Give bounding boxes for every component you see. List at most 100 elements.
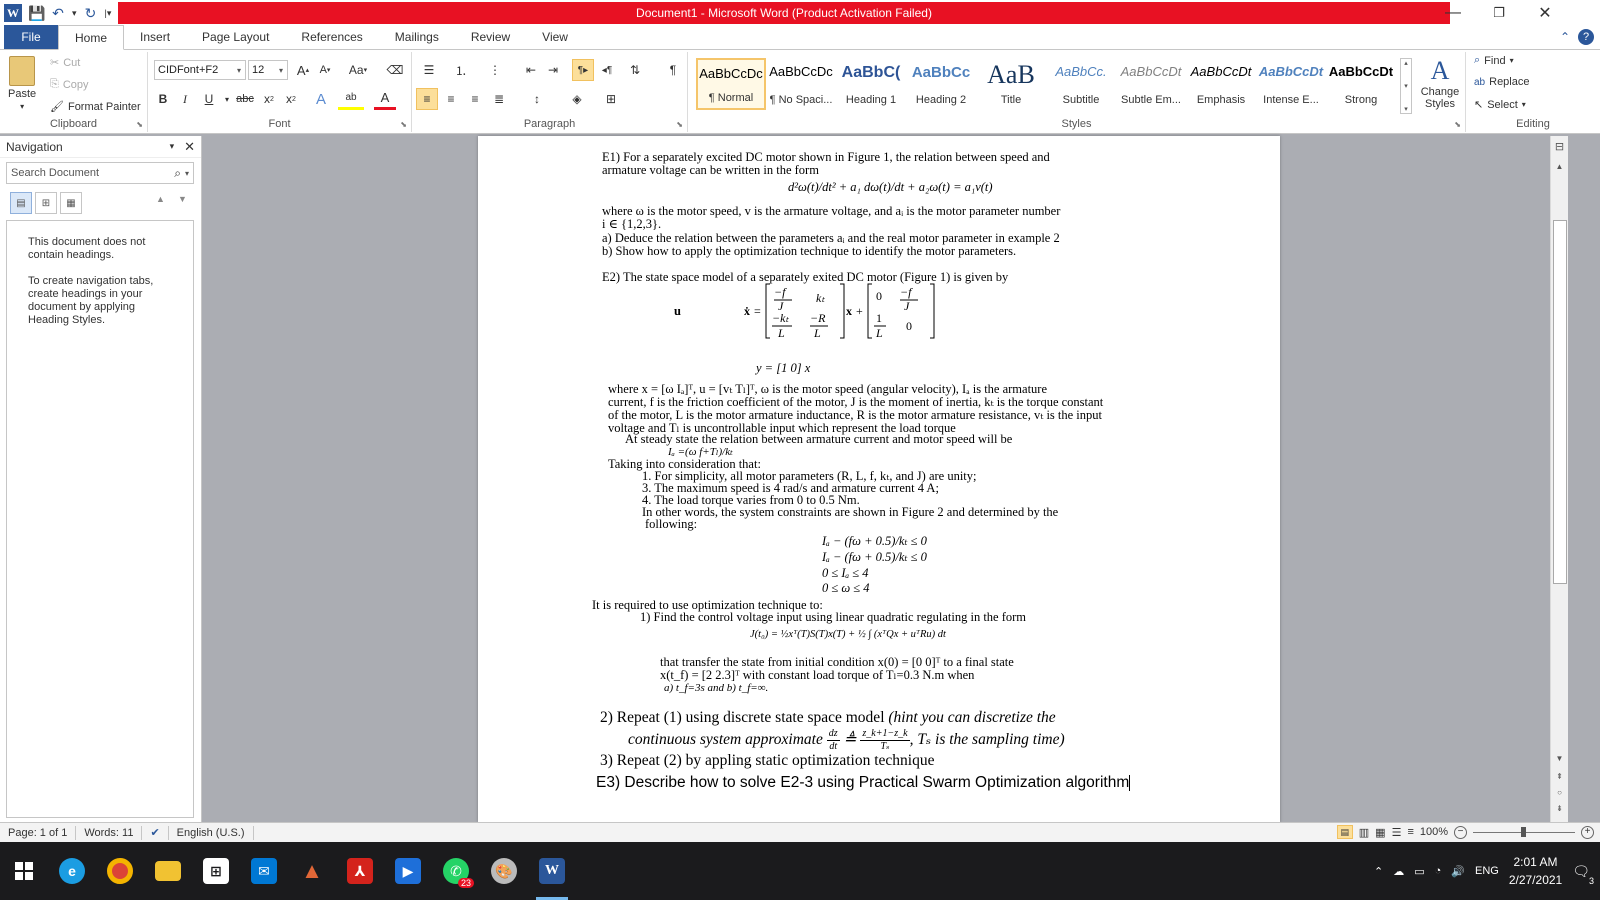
center-button[interactable]: ≡ xyxy=(440,88,462,110)
change-case-button[interactable]: Aa ▾ xyxy=(344,59,372,81)
zoom-in-icon[interactable]: + xyxy=(1581,825,1594,839)
word-count[interactable]: Words: 11 xyxy=(76,825,143,840)
browse-headings-tab[interactable]: ▤ xyxy=(10,192,32,214)
outline-view-icon[interactable]: ☰ xyxy=(1392,826,1402,839)
page-count[interactable]: Page: 1 of 1 xyxy=(0,825,77,840)
chevron-down-icon[interactable]: ▾ xyxy=(185,169,189,178)
previous-page-icon[interactable]: ⇞ xyxy=(1551,772,1568,781)
superscript-button[interactable]: x2 xyxy=(280,88,302,110)
browse-pages-tab[interactable]: ⊞ xyxy=(35,192,57,214)
print-layout-view-icon[interactable]: ▤ xyxy=(1336,825,1353,839)
chevron-down-icon[interactable]: ▾ xyxy=(1404,82,1408,90)
rtl-button[interactable]: ◂¶ xyxy=(596,59,618,81)
select-browse-object-icon[interactable]: ○ xyxy=(1551,788,1568,797)
draft-view-icon[interactable]: ≡ xyxy=(1407,826,1413,838)
scroll-down-icon[interactable]: ▼ xyxy=(1551,754,1568,763)
style-intense-emphasis[interactable]: AaBbCcDt Intense E... xyxy=(1256,58,1326,110)
clock[interactable]: 2:01 AM 2/27/2021 xyxy=(1509,853,1562,889)
language[interactable]: English (U.S.) xyxy=(169,825,254,840)
text-effects-button[interactable]: A xyxy=(310,88,332,110)
restore-button[interactable]: ❐ xyxy=(1476,0,1522,26)
copy-button[interactable]: ⎘ Copy xyxy=(50,78,89,91)
save-icon[interactable]: 💾 xyxy=(28,5,45,22)
line-spacing-button[interactable]: ↕ xyxy=(526,88,548,110)
ltr-button[interactable]: ¶▸ xyxy=(572,59,594,81)
wifi-icon[interactable]: ◔ xyxy=(1435,865,1442,877)
clear-formatting-button[interactable]: ⌫ xyxy=(384,59,406,81)
style-normal[interactable]: AaBbCcDc ¶ Normal xyxy=(696,58,766,110)
subscript-button[interactable]: x2 xyxy=(258,88,280,110)
chevron-up-icon[interactable]: ▴ xyxy=(1404,59,1408,67)
style-subtle-emphasis[interactable]: AaBbCcDt Subtle Em... xyxy=(1116,58,1186,110)
volume-icon[interactable]: 🔊 xyxy=(1451,865,1465,878)
zoom-slider[interactable] xyxy=(1473,826,1575,837)
customize-qat-icon[interactable]: |▾ xyxy=(105,8,112,19)
taskbar-matlab[interactable]: ▲ xyxy=(288,842,336,900)
tab-home[interactable]: Home xyxy=(58,25,125,50)
replace-button[interactable]: ab Replace xyxy=(1474,76,1529,88)
multilevel-list-button[interactable]: ⋮ xyxy=(484,59,506,81)
document-page[interactable]: E1) For a separately excited DC motor sh… xyxy=(478,136,1280,822)
taskbar-acrobat[interactable]: ⅄ xyxy=(336,842,384,900)
clipboard-launcher-icon[interactable]: ⬊ xyxy=(136,120,143,129)
taskbar-store[interactable]: ⊞ xyxy=(192,842,240,900)
decrease-indent-button[interactable]: ⇤ xyxy=(520,59,542,81)
notifications-icon[interactable]: 🗨 3 xyxy=(1572,863,1594,886)
font-name-combo[interactable]: CIDFont+F2 ▾ xyxy=(154,60,246,80)
increase-indent-button[interactable]: ⇥ xyxy=(542,59,564,81)
e3-line[interactable]: E3) Describe how to solve E2-3 using Pra… xyxy=(596,774,1131,792)
align-right-button[interactable]: ≡ xyxy=(464,88,486,110)
tab-references[interactable]: References xyxy=(285,25,378,49)
style-no-spacing[interactable]: AaBbCcDc ¶ No Spaci... xyxy=(766,58,836,110)
taskbar-word[interactable]: W xyxy=(528,842,576,900)
taskbar-edge[interactable]: e xyxy=(48,842,96,900)
font-color-button[interactable]: A xyxy=(374,88,396,110)
full-screen-view-icon[interactable]: ▥ xyxy=(1359,826,1369,839)
proofing-icon[interactable]: ✔ xyxy=(142,825,169,840)
styles-scroll[interactable]: ▴ ▾ ▾ xyxy=(1400,58,1412,114)
style-strong[interactable]: AaBbCcDt Strong xyxy=(1326,58,1396,110)
align-left-button[interactable]: ≡ xyxy=(416,88,438,110)
font-size-combo[interactable]: 12 ▾ xyxy=(248,60,288,80)
input-language[interactable]: ENG xyxy=(1475,865,1499,877)
ruler-toggle-icon[interactable]: ⊟ xyxy=(1551,140,1568,153)
styles-launcher-icon[interactable]: ⬊ xyxy=(1454,120,1461,129)
format-painter-button[interactable]: 🖌 Format Painter xyxy=(50,100,141,114)
start-button[interactable] xyxy=(0,842,48,900)
tab-page-layout[interactable]: Page Layout xyxy=(186,25,285,49)
taskbar-paint[interactable]: 🎨 xyxy=(480,842,528,900)
tab-view[interactable]: View xyxy=(526,25,584,49)
next-arrow-icon[interactable]: ▼ xyxy=(178,194,187,204)
tab-insert[interactable]: Insert xyxy=(124,25,186,49)
next-page-icon[interactable]: ⇟ xyxy=(1551,804,1568,813)
style-emphasis[interactable]: AaBbCcDt Emphasis xyxy=(1186,58,1256,110)
undo-dropdown-icon[interactable]: ▾ xyxy=(72,8,77,19)
taskbar-whatsapp[interactable]: ✆ 23 xyxy=(432,842,480,900)
tab-review[interactable]: Review xyxy=(455,25,526,49)
style-subtitle[interactable]: AaBbCc. Subtitle xyxy=(1046,58,1116,110)
tab-mailings[interactable]: Mailings xyxy=(379,25,455,49)
numbering-button[interactable]: ⒈ xyxy=(450,59,472,81)
justify-button[interactable]: ≣ xyxy=(488,88,510,110)
search-document-input[interactable]: Search Document ⌕ ▾ xyxy=(6,162,194,184)
grow-font-button[interactable]: A ▴ xyxy=(292,59,314,81)
vertical-scrollbar[interactable]: ⊟ ▲ ▼ ⇞ ○ ⇟ xyxy=(1550,136,1568,822)
style-title[interactable]: AaB Title xyxy=(976,58,1046,110)
show-marks-button[interactable]: ¶ xyxy=(662,59,684,81)
previous-arrow-icon[interactable]: ▲ xyxy=(156,194,165,204)
pane-options-icon[interactable]: ▾ xyxy=(170,141,175,152)
close-icon[interactable]: ✕ xyxy=(184,139,195,155)
style-heading-2[interactable]: AaBbCc Heading 2 xyxy=(906,58,976,110)
minimize-ribbon-icon[interactable]: ⌃ xyxy=(1560,30,1570,44)
sort-button[interactable]: ⇅ xyxy=(624,59,646,81)
select-button[interactable]: ↖ Select ▾ xyxy=(1474,98,1526,112)
document-area[interactable]: E1) For a separately excited DC motor sh… xyxy=(202,136,1550,822)
onedrive-icon[interactable]: ☁ xyxy=(1393,865,1404,878)
zoom-level[interactable]: 100% xyxy=(1420,826,1448,838)
taskbar-media[interactable]: ▶ xyxy=(384,842,432,900)
taskbar-file-explorer[interactable] xyxy=(144,842,192,900)
zoom-slider-knob[interactable] xyxy=(1521,826,1526,837)
italic-button[interactable]: I xyxy=(174,88,196,110)
web-layout-view-icon[interactable]: ▦ xyxy=(1375,826,1385,839)
browse-results-tab[interactable]: ▦ xyxy=(60,192,82,214)
